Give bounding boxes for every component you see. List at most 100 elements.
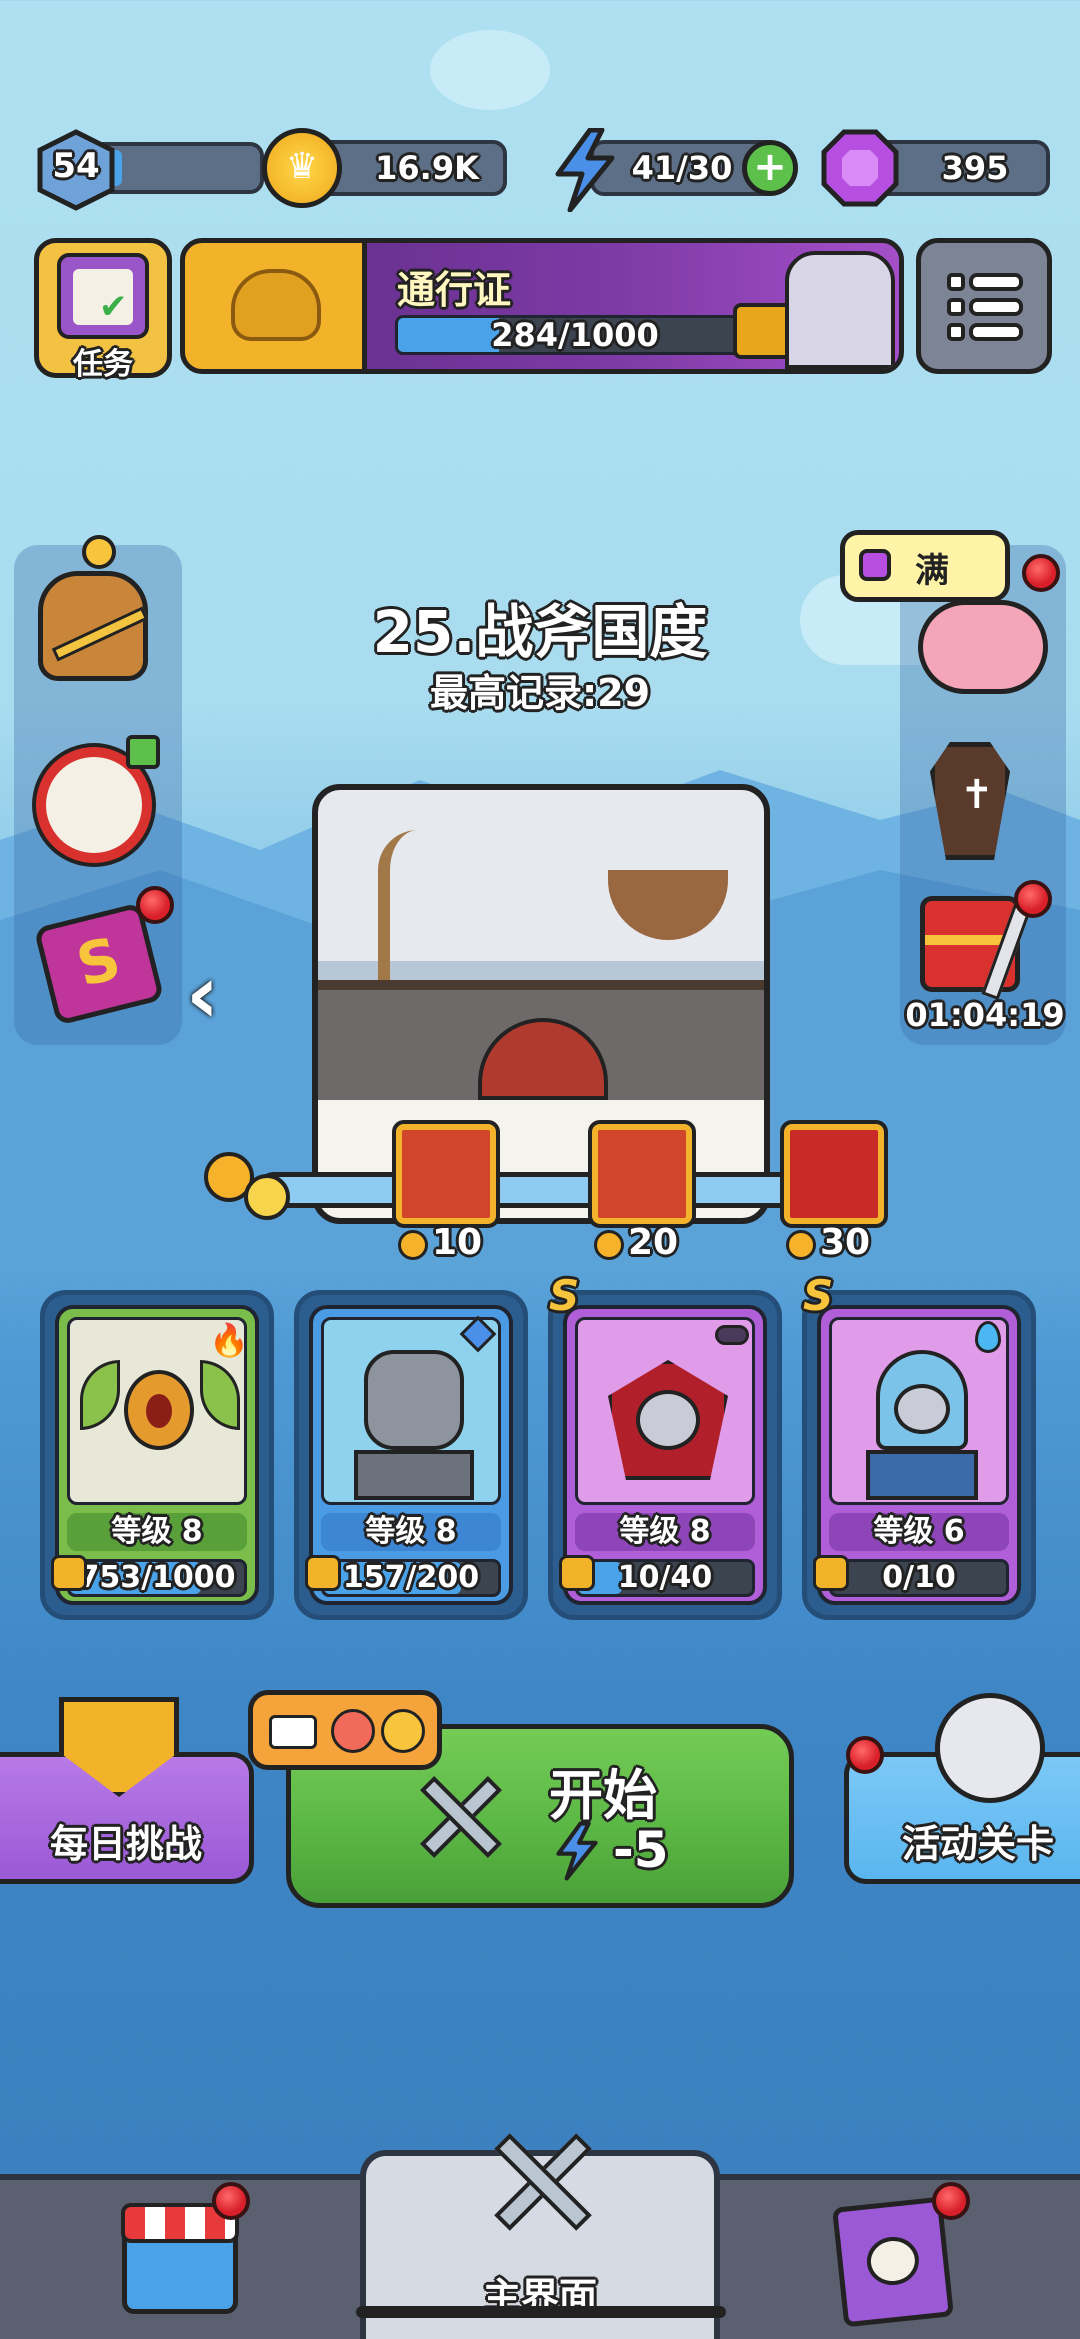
stage-preview[interactable] xyxy=(312,784,770,1224)
lightning-icon xyxy=(556,1821,598,1881)
gem-value: 395 xyxy=(941,149,1009,187)
sun-moon-icon xyxy=(398,1230,428,1260)
hero-shard-text: 10/40 xyxy=(617,1560,713,1595)
crown-coin-icon: ♛ xyxy=(262,128,342,208)
gold-counter[interactable]: ♛ 16.9K xyxy=(262,128,507,208)
tasks-label: 任务 xyxy=(73,347,133,382)
sun-moon-icon xyxy=(594,1230,624,1260)
daily-challenge-label: 每日挑战 xyxy=(49,1822,202,1866)
viking-ship-image xyxy=(608,870,728,940)
energy-counter[interactable]: 41/30 + xyxy=(550,128,805,212)
piggy-bank-full-badge: 满 xyxy=(840,530,1010,602)
piggy-bank-full-label: 满 xyxy=(915,551,949,591)
gem-counter[interactable]: 395 xyxy=(820,128,1050,208)
hero-shard-text: 157/200 xyxy=(342,1560,480,1595)
crossed-swords-icon xyxy=(415,1769,505,1859)
reward-chest-30[interactable]: 30 xyxy=(780,1118,890,1263)
event-stage-button[interactable]: 活动关卡 xyxy=(844,1693,1080,1884)
player-level[interactable]: 54 xyxy=(34,128,264,211)
nav-main-tab[interactable]: 主界面 xyxy=(356,2133,726,2339)
puzzle-piece-icon xyxy=(305,1555,341,1591)
lightning-icon xyxy=(555,128,615,212)
pass-mascot-icon xyxy=(231,269,321,341)
piggy-bank-button[interactable] xyxy=(918,600,1048,694)
water-drop-element-icon xyxy=(975,1321,1001,1353)
list-menu-icon xyxy=(947,273,1023,341)
reward-days: 10 xyxy=(432,1222,483,1263)
pass-banner[interactable]: 通行证 284/1000 xyxy=(180,238,904,374)
daily-challenge-button[interactable]: 每日挑战 xyxy=(0,1697,254,1884)
puzzle-piece-icon xyxy=(51,1555,87,1591)
reward-chest-10[interactable]: 10 xyxy=(392,1118,502,1263)
nav-shop[interactable] xyxy=(0,2180,360,2339)
watch-ad-boost-button[interactable] xyxy=(248,1690,442,1770)
reward-days: 20 xyxy=(628,1222,679,1263)
sun-moon-icon xyxy=(200,1148,296,1228)
event-chest-button[interactable] xyxy=(914,880,1052,1001)
shield-swords-icon xyxy=(59,1697,179,1797)
event-timer: 01:04:19 xyxy=(905,996,1065,1034)
stage-title: 25.战斧国度 xyxy=(372,598,708,666)
rank-badge: S xyxy=(803,1271,834,1320)
cross-icon: ✝ xyxy=(960,772,994,818)
crossed-swords-icon xyxy=(488,2124,598,2234)
purple-gem-icon xyxy=(821,129,899,207)
notification-dot xyxy=(846,1736,884,1774)
player-level-value: 54 xyxy=(52,146,100,186)
pass-hero-portrait xyxy=(785,251,895,369)
hero-card-frame: 等级 6 0/10 xyxy=(813,1305,1021,1605)
hero-card-frame: 🔥 等级 8 753/1000 xyxy=(51,1305,259,1605)
add-energy-button[interactable]: + xyxy=(742,140,798,196)
hero-level: 等级 8 xyxy=(321,1513,501,1551)
speed-challenge-button[interactable] xyxy=(30,735,160,865)
puzzle-piece-icon xyxy=(813,1555,849,1591)
reward-chest-20[interactable]: 20 xyxy=(588,1118,698,1263)
hero-card[interactable]: 等级 6 0/10 S xyxy=(802,1271,1036,1620)
hero-card-frame: 等级 8 157/200 xyxy=(305,1305,513,1605)
pass-title: 通行证 xyxy=(397,268,512,312)
gem-small-icon xyxy=(859,549,891,581)
fire-element-icon: 🔥 xyxy=(209,1321,249,1359)
hero-shard-progress: 0/10 xyxy=(829,1559,1009,1597)
hero-card[interactable]: 等级 8 157/200 xyxy=(294,1290,528,1620)
s-card-button[interactable]: S xyxy=(30,886,174,1030)
hero-card[interactable]: 等级 8 10/40 S xyxy=(548,1271,782,1620)
nav-cards[interactable] xyxy=(720,2180,1080,2339)
sun-moon-icon xyxy=(786,1230,816,1260)
pig-boost-icon xyxy=(331,1709,375,1753)
coin-boost-icon xyxy=(381,1709,425,1753)
start-energy-cost: -5 xyxy=(613,1821,669,1879)
hero-shard-progress: 10/40 xyxy=(575,1559,755,1597)
rank-badge: S xyxy=(549,1271,580,1320)
investment-button[interactable] xyxy=(30,535,160,695)
cloud xyxy=(430,30,550,110)
video-camera-icon xyxy=(269,1715,317,1749)
coffin-button[interactable]: ✝ xyxy=(920,742,1020,864)
hero-shard-text: 753/1000 xyxy=(78,1560,236,1595)
notification-dot xyxy=(136,886,174,924)
puzzle-piece-icon xyxy=(559,1555,595,1591)
hero-card-frame: 等级 8 10/40 xyxy=(559,1305,767,1605)
reward-track xyxy=(256,1172,816,1208)
best-record: 最高记录:29 xyxy=(429,671,651,715)
notification-dot xyxy=(932,2182,970,2220)
hero-level: 等级 8 xyxy=(67,1513,247,1551)
event-stage-label: 活动关卡 xyxy=(901,1822,1054,1866)
hero-portrait-vampire xyxy=(575,1317,755,1505)
energy-value: 41/30 xyxy=(631,149,733,187)
hero-card[interactable]: 🔥 等级 8 753/1000 xyxy=(40,1290,274,1620)
tasks-button[interactable]: ✔ 任务 xyxy=(34,238,172,382)
shop-stall-icon xyxy=(121,2203,239,2314)
treasure-chest-icon xyxy=(392,1120,500,1228)
pass-ticket xyxy=(185,243,367,369)
notification-dot xyxy=(212,2182,250,2220)
fast-forward-icon xyxy=(126,735,160,769)
treasure-chest-icon xyxy=(588,1120,696,1228)
hero-shard-progress: 157/200 xyxy=(321,1559,501,1597)
collapse-left-arrow[interactable]: ‹ xyxy=(186,955,242,1035)
menu-button[interactable] xyxy=(916,238,1052,374)
hero-shard-text: 0/10 xyxy=(882,1560,956,1595)
hero-level: 等级 6 xyxy=(829,1513,1009,1551)
hero-shard-progress: 753/1000 xyxy=(67,1559,247,1597)
bat-element-icon xyxy=(715,1325,749,1345)
